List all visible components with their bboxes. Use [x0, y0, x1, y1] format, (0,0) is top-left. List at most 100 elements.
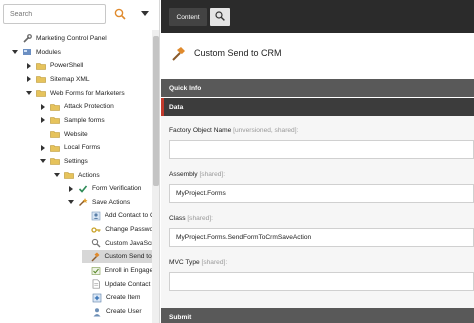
- tree-item-create-item[interactable]: Create Item: [82, 291, 152, 304]
- tree-item-label: Update Contact Deta: [104, 280, 152, 288]
- tree-item-attack-protection[interactable]: Attack Protection: [40, 100, 152, 113]
- wrench-icon: [22, 33, 32, 44]
- tree-item-marketing-control-panel[interactable]: Marketing Control Panel: [12, 32, 152, 45]
- expand-arrow-icon[interactable]: [40, 117, 46, 124]
- field-label: Assembly: [169, 171, 198, 178]
- tree-item-label: Custom Send to CRM: [104, 253, 152, 261]
- tree-item-form-verification[interactable]: Form Verification: [68, 182, 152, 195]
- field-label: MVC Type: [169, 259, 200, 266]
- tree-item-label: Attack Protection: [64, 103, 114, 111]
- item-title: Custom Send to CRM: [194, 48, 282, 58]
- field-meta: [shared]:: [199, 171, 226, 178]
- factory-object-name-label: Factory Object Name [unversioned, shared…: [169, 127, 298, 134]
- search-doc-icon: [91, 238, 101, 248]
- tree-item-local-forms[interactable]: Local Forms: [40, 141, 152, 154]
- item-header: Custom Send to CRM: [161, 33, 474, 78]
- field-label: Factory Object Name: [169, 127, 232, 134]
- tree-item-label: Website: [64, 130, 88, 138]
- mvc-type-label: MVC Type [shared]:: [169, 259, 227, 266]
- section-quick-info[interactable]: Quick Info: [161, 79, 474, 97]
- class-field[interactable]: MyProject.Forms.SendFormToCrmSaveAction: [169, 228, 474, 247]
- folder-icon: [64, 170, 74, 180]
- tree-item-website[interactable]: Website: [40, 128, 152, 141]
- tree-item-label: Web Forms for Marketers: [50, 89, 125, 97]
- assembly-label: Assembly [shared]:: [169, 171, 225, 178]
- tree-item-save-actions[interactable]: Save Actions: [68, 196, 152, 209]
- scrollbar-thumb[interactable]: [153, 36, 159, 186]
- tree-item-enroll-in-engagement[interactable]: Enroll in Engagemer: [82, 264, 152, 277]
- factory-object-name-field[interactable]: [169, 140, 474, 159]
- tree-item-label: Sitemap XML: [50, 75, 90, 83]
- field-label: Class: [169, 215, 186, 222]
- tree-item-create-user[interactable]: Create User: [82, 305, 152, 318]
- search-input[interactable]: [4, 5, 105, 23]
- tree-item-label: Custom JavaScript: [105, 239, 152, 247]
- section-submit[interactable]: Submit: [161, 308, 474, 323]
- field-meta: [unversioned, shared]:: [233, 127, 299, 134]
- collapse-arrow-icon[interactable]: [54, 172, 60, 178]
- folder-icon: [50, 143, 60, 153]
- search-icon: [215, 11, 225, 23]
- tree-item-update-contact-details[interactable]: Update Contact Deta: [82, 278, 152, 291]
- tree-item-custom-javascript[interactable]: Custom JavaScript: [82, 237, 152, 250]
- tree-scrollbar[interactable]: [152, 30, 159, 323]
- tree-item-sitemap-xml[interactable]: Sitemap XML: [26, 73, 152, 86]
- tree-item-web-forms-for-marketers[interactable]: Web Forms for Marketers: [26, 87, 152, 100]
- folder-icon: [36, 74, 46, 84]
- chevron-down-icon[interactable]: [141, 9, 149, 17]
- collapse-arrow-icon[interactable]: [12, 49, 18, 55]
- tree-item-label: Save Actions: [92, 198, 131, 206]
- tree-item-change-password[interactable]: Change Password: [82, 223, 152, 236]
- expand-arrow-icon[interactable]: [26, 62, 32, 69]
- check-icon: [78, 184, 88, 194]
- assembly-field[interactable]: MyProject.Forms: [169, 184, 474, 203]
- tree-item-label: Modules: [36, 48, 61, 56]
- folder-icon: [50, 129, 60, 139]
- mvc-type-field[interactable]: [169, 272, 474, 291]
- field-meta: [shared]:: [201, 259, 228, 266]
- collapse-arrow-icon[interactable]: [26, 90, 32, 96]
- search-field[interactable]: [3, 4, 106, 24]
- hammer-icon: [90, 252, 100, 262]
- tree-item-label: Add Contact to Conta: [104, 212, 152, 220]
- key-icon: [91, 225, 101, 235]
- tree-item-sample-forms[interactable]: Sample forms: [40, 114, 152, 127]
- create-item-icon: [92, 293, 102, 303]
- tree-item-modules[interactable]: Modules: [12, 46, 152, 59]
- wand-icon: [78, 197, 88, 207]
- field-meta: [shared]:: [187, 215, 214, 222]
- tree-item-label: Marketing Control Panel: [36, 35, 107, 42]
- tree-item-add-contact[interactable]: Add Contact to Conta: [82, 209, 152, 222]
- collapse-arrow-icon[interactable]: [68, 199, 74, 205]
- tree-item-actions[interactable]: Actions: [54, 169, 152, 182]
- section-data[interactable]: Data: [161, 98, 474, 116]
- modules-icon: [22, 47, 32, 57]
- hammer-icon: [170, 46, 186, 62]
- expand-arrow-icon[interactable]: [26, 76, 32, 83]
- tree-item-label: Local Forms: [64, 144, 101, 152]
- tree-item-label: PowerShell: [50, 62, 84, 70]
- class-label: Class [shared]:: [169, 215, 213, 222]
- search-icon[interactable]: [114, 8, 126, 20]
- collapse-arrow-icon[interactable]: [40, 158, 46, 164]
- expand-arrow-icon[interactable]: [40, 144, 46, 151]
- expand-arrow-icon[interactable]: [68, 185, 74, 192]
- folder-icon: [50, 102, 60, 112]
- expand-arrow-icon[interactable]: [40, 103, 46, 110]
- tree-item-label: Create User: [106, 308, 142, 315]
- contact-icon: [91, 211, 101, 221]
- tab-search[interactable]: [210, 8, 230, 26]
- tree-item-powershell[interactable]: PowerShell: [26, 59, 152, 72]
- tab-content[interactable]: Content: [169, 8, 207, 26]
- tree-item-label: Settings: [64, 157, 88, 165]
- tree-item-custom-send-to-crm[interactable]: Custom Send to CRM: [82, 250, 152, 264]
- user-icon: [92, 307, 102, 317]
- data-section-body: Factory Object Name [unversioned, shared…: [161, 116, 474, 308]
- tree-item-settings[interactable]: Settings: [40, 155, 152, 168]
